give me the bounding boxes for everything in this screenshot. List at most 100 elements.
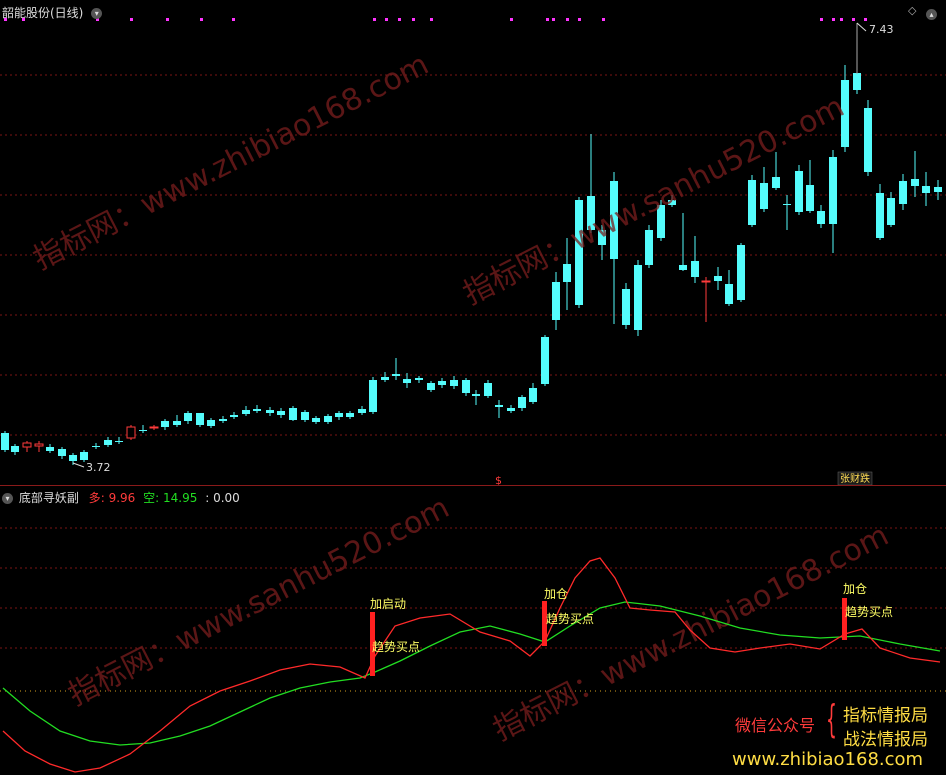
candle xyxy=(714,267,722,290)
candle xyxy=(22,441,32,452)
candle xyxy=(126,425,136,440)
candle xyxy=(92,443,100,449)
candle xyxy=(11,444,19,455)
candle xyxy=(312,416,320,424)
candle xyxy=(358,406,366,415)
duo-label: 多 xyxy=(88,491,101,505)
candle xyxy=(230,412,238,419)
candle xyxy=(324,414,332,424)
candle xyxy=(737,243,745,302)
candle xyxy=(1,431,9,452)
svg-text:指标网：www.sanhu520.com: 指标网：www.sanhu520.com xyxy=(458,89,850,312)
candle xyxy=(207,418,215,428)
candle xyxy=(462,378,470,396)
candle xyxy=(701,277,711,322)
kong-label: 空 xyxy=(143,491,156,505)
signal-dots xyxy=(4,18,867,21)
candle xyxy=(104,437,112,447)
candle xyxy=(899,174,907,210)
indicator-title[interactable]: 底部寻妖副 xyxy=(19,491,79,505)
candle xyxy=(266,407,274,416)
indicator-header: ▾ 底部寻妖副 多: 9.96 空: 14.95 : 0.00 xyxy=(2,489,240,506)
candle xyxy=(139,425,147,433)
chevron-down-icon[interactable]: ▾ xyxy=(2,493,13,504)
candle xyxy=(622,283,630,329)
signal-2: 加仓趋势买点 xyxy=(542,587,594,646)
candle xyxy=(161,419,169,430)
candles xyxy=(1,23,942,465)
candle xyxy=(887,192,895,227)
candle xyxy=(219,416,227,423)
brace-glyph: { xyxy=(826,697,837,741)
candle xyxy=(691,236,699,283)
candle xyxy=(392,358,400,380)
signal-1: 加启动趋势买点 xyxy=(370,597,420,676)
high-marker: 7.43 xyxy=(856,22,894,74)
candle xyxy=(369,377,377,414)
candle xyxy=(783,195,791,230)
chevron-down-icon[interactable]: ▾ xyxy=(91,8,103,19)
high-label: 7.43 xyxy=(869,23,894,36)
candle xyxy=(346,411,354,419)
candle xyxy=(450,376,458,389)
kong-value: 14.95 xyxy=(163,491,198,505)
brand-site: www.zhibiao168.com xyxy=(732,749,924,770)
candle xyxy=(911,151,919,197)
signal-3: 加仓趋势买点 xyxy=(842,582,893,640)
candle xyxy=(472,390,480,405)
candle xyxy=(934,180,942,200)
dollar-marker: $ xyxy=(495,474,502,485)
diamond-icon[interactable]: ◇ xyxy=(908,4,916,17)
candle xyxy=(795,165,803,215)
candle xyxy=(173,415,181,427)
candle xyxy=(679,213,687,271)
candle xyxy=(922,172,930,206)
signal-bottom-label: 趋势买点 xyxy=(845,605,893,619)
stock-title[interactable]: 韶能股份(日线) xyxy=(2,6,83,20)
candle xyxy=(242,406,250,416)
candle xyxy=(541,335,549,386)
candle xyxy=(115,437,123,444)
candle xyxy=(817,205,825,228)
candle xyxy=(427,381,435,392)
candle xyxy=(149,425,159,430)
candle xyxy=(518,395,526,411)
candle xyxy=(34,441,44,452)
candle xyxy=(58,447,66,459)
candle xyxy=(748,175,756,227)
candle xyxy=(289,406,297,421)
signal-bottom-label: 趋势买点 xyxy=(372,640,420,654)
candle xyxy=(335,411,343,420)
candle xyxy=(438,378,446,388)
candle xyxy=(277,408,285,418)
main-watermark: 指标网：www.zhibiao168.com 指标网：www.sanhu520.c… xyxy=(28,47,850,312)
brand-2: 战法情报局 xyxy=(843,730,928,750)
candle xyxy=(253,405,261,413)
candle xyxy=(610,172,618,324)
candle xyxy=(645,225,653,268)
candle xyxy=(806,160,814,213)
indicator-watermark: 指标网：www.sanhu520.com 指标网：www.zhibiao168.c… xyxy=(63,490,895,748)
candle xyxy=(760,167,768,212)
low-label: 3.72 xyxy=(86,461,111,474)
candle xyxy=(46,444,54,453)
candle xyxy=(381,372,389,382)
svg-text:指标网：www.zhibiao168.com: 指标网：www.zhibiao168.com xyxy=(28,47,435,277)
third-value: 0.00 xyxy=(213,491,240,505)
signal-bottom-label: 趋势买点 xyxy=(546,612,594,626)
candle xyxy=(495,400,503,418)
main-panel-header: 韶能股份(日线) ▾ xyxy=(2,4,103,21)
marker-badge[interactable]: 张财跌 xyxy=(837,471,873,485)
collapse-icon[interactable]: ▴ xyxy=(926,4,937,23)
candle xyxy=(415,376,423,383)
candle xyxy=(829,150,837,253)
candle xyxy=(196,413,204,427)
signal-top-label: 加仓 xyxy=(843,582,867,596)
svg-text:张财跌: 张财跌 xyxy=(840,472,870,485)
kline-chart[interactable]: 指标网：www.zhibiao168.com 指标网：www.sanhu520.c… xyxy=(0,0,946,485)
candle xyxy=(403,373,411,388)
candle xyxy=(301,410,309,422)
candle xyxy=(484,380,492,398)
candle xyxy=(529,383,537,404)
candle xyxy=(552,272,560,330)
